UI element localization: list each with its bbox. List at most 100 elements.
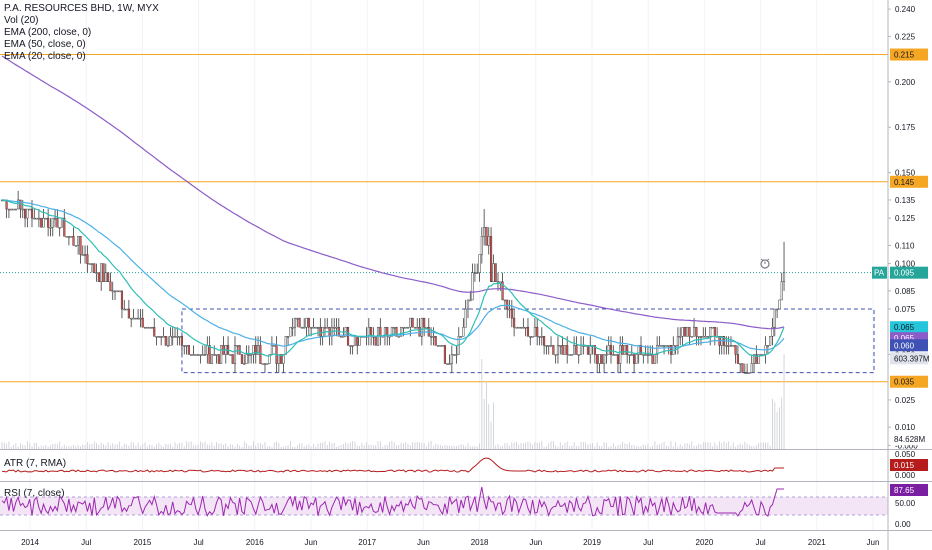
candle-body xyxy=(160,336,163,338)
volume-bar xyxy=(220,443,222,449)
volume-bar xyxy=(472,446,474,449)
volume-bar xyxy=(506,443,508,449)
candle-body xyxy=(589,345,592,355)
candle-body xyxy=(725,345,728,347)
volume-bar xyxy=(426,446,427,449)
volume-bar xyxy=(599,446,600,449)
volume-badge: 603.397M xyxy=(894,354,930,363)
candle-body xyxy=(436,345,440,347)
legend-ema20[interactable]: EMA (20, close, 0) xyxy=(4,51,159,63)
volume-bar xyxy=(522,443,524,449)
volume-bar xyxy=(40,445,42,449)
volume-bar xyxy=(615,446,617,449)
atr-value-badge: 0.015 xyxy=(894,461,915,470)
volume-bar xyxy=(725,442,727,449)
candle-body xyxy=(690,336,693,338)
atr-tick-label: 0.000 xyxy=(895,471,916,480)
volume-bar xyxy=(181,442,183,449)
volume-bar xyxy=(73,445,74,449)
time-tick-label: Jul xyxy=(81,538,91,547)
rsi-tick-label: 0.00 xyxy=(895,520,911,529)
candle-body xyxy=(104,272,107,283)
volume-bar xyxy=(59,441,61,449)
symbol-title[interactable]: P.A. RESOURCES BHD, 1W, MYX xyxy=(4,3,159,15)
candle-body xyxy=(466,299,470,310)
alarm-icon[interactable] xyxy=(760,258,770,269)
time-axis[interactable]: 2014 Jul 2015 Jul 2016 Jun 2017 Jun 2018 Jun 2019 J… xyxy=(21,538,879,547)
candle-body xyxy=(476,272,479,274)
volume-bar xyxy=(151,445,153,449)
volume-bar xyxy=(610,445,612,449)
volume-bar xyxy=(742,444,743,449)
candle-body xyxy=(448,363,451,365)
volume-bar xyxy=(714,442,716,449)
volume-bar xyxy=(66,446,67,449)
candle-body xyxy=(734,345,737,355)
legend-vol[interactable]: Vol (20) xyxy=(4,15,159,27)
candle-body xyxy=(86,254,89,264)
candle-body xyxy=(563,345,566,355)
price-tick-label: 0.075 xyxy=(895,305,916,314)
volume-bar xyxy=(402,443,404,449)
candle-body xyxy=(658,345,661,347)
volume-bar xyxy=(133,442,134,449)
time-tick-label: Jun xyxy=(529,538,542,547)
volume-bar xyxy=(502,446,503,449)
candle-body xyxy=(185,345,188,347)
legend-ema200[interactable]: EMA (200, close, 0) xyxy=(4,27,159,39)
candle-body xyxy=(736,354,739,364)
candle-body xyxy=(508,308,511,311)
volume-bar xyxy=(525,442,527,449)
volume-bar xyxy=(702,442,704,449)
volume-bar xyxy=(668,446,670,449)
volume-bar xyxy=(361,442,363,449)
candle-body xyxy=(178,336,181,338)
atr-tick-label: 0.050 xyxy=(895,450,916,459)
volume-bar xyxy=(306,445,307,449)
legend-ema50[interactable]: EMA (50, close, 0) xyxy=(4,39,159,51)
volume-bar xyxy=(375,445,377,449)
candle-body xyxy=(663,345,666,347)
volume-bar xyxy=(735,446,736,449)
price-axis[interactable]: 0.2400.2250.2000.1750.1500.1350.1250.110… xyxy=(0,0,932,550)
candle-body xyxy=(266,363,269,365)
candle-body xyxy=(14,208,17,211)
candle-body xyxy=(660,345,663,347)
volume-bar xyxy=(762,442,764,449)
candle-body xyxy=(683,326,686,337)
volume-bar xyxy=(80,446,81,449)
atr-legend[interactable]: ATR (7, RMA) xyxy=(4,458,66,469)
volume-bar xyxy=(585,442,587,449)
candle-body xyxy=(190,354,193,356)
volume-bar xyxy=(465,446,467,449)
volume-bar xyxy=(393,442,395,449)
ema20-badge: 0.065 xyxy=(894,323,915,332)
candle-body xyxy=(286,336,290,338)
volume-bar xyxy=(430,441,432,449)
volume-bar xyxy=(6,443,8,449)
candle-body xyxy=(626,345,629,355)
volume-bar xyxy=(562,445,563,449)
volume-bar xyxy=(248,445,250,449)
volume-bar xyxy=(338,446,340,449)
candle-body xyxy=(270,345,273,355)
candle-body xyxy=(374,336,377,346)
volume-bar xyxy=(552,441,554,449)
candle-body xyxy=(483,226,486,237)
candle-body xyxy=(277,354,280,364)
volume-bar xyxy=(359,445,360,449)
volume-bar xyxy=(546,446,547,449)
candle-body xyxy=(776,308,779,311)
volume-bar xyxy=(52,444,54,449)
volume-bar xyxy=(474,446,476,449)
volume-bar xyxy=(135,445,137,449)
candle-body xyxy=(739,363,742,365)
chart-canvas[interactable]: 0.2400.2250.2000.1750.1500.1350.1250.110… xyxy=(0,0,932,550)
rsi-legend[interactable]: RSI (7, close) xyxy=(4,488,65,499)
candle-body xyxy=(549,345,553,347)
candle-body xyxy=(56,217,59,228)
volume-bar xyxy=(236,443,238,449)
candle-body xyxy=(621,345,624,355)
volume-bar xyxy=(749,445,750,449)
candle-body xyxy=(460,336,463,338)
